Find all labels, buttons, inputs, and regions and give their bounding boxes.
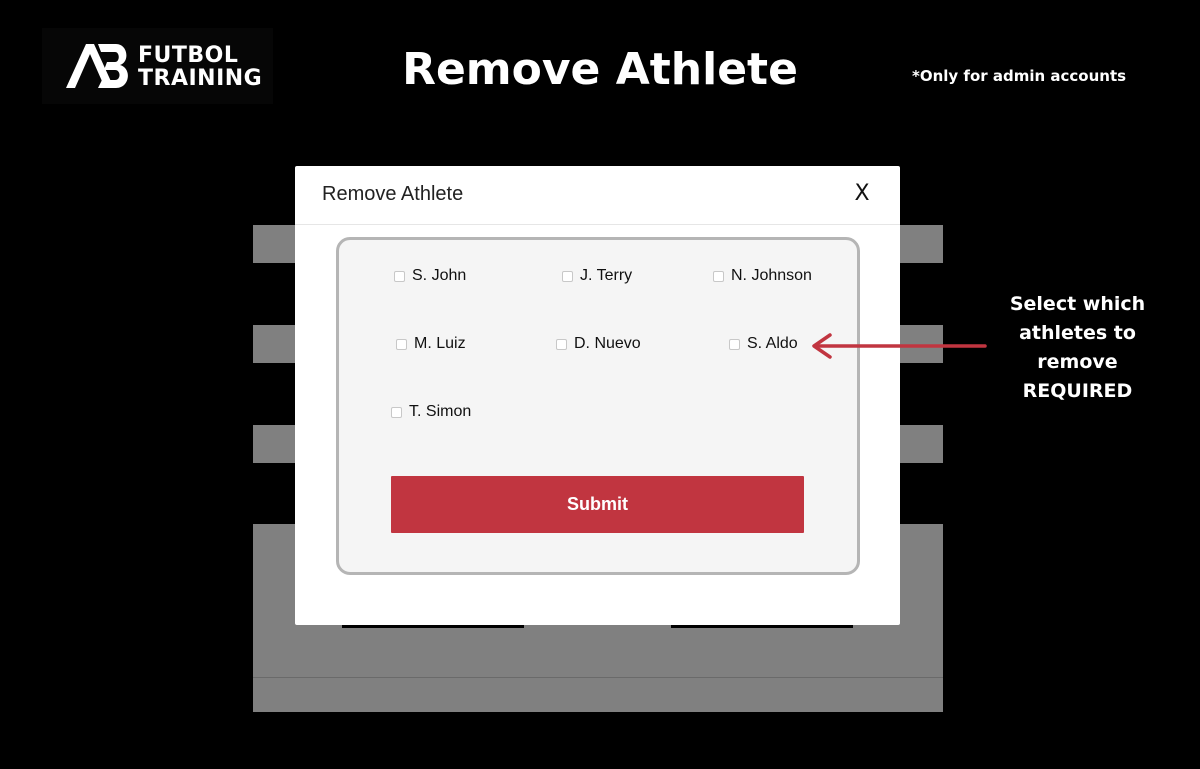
athlete-name: S. Aldo bbox=[747, 335, 798, 352]
athlete-checkbox-m-luiz[interactable]: M. Luiz bbox=[396, 335, 466, 353]
logo-line-training: TRAINING bbox=[138, 66, 263, 91]
callout-line: Select which bbox=[1009, 293, 1146, 315]
athlete-name: S. John bbox=[412, 267, 467, 284]
logo-wordmark: FUTBOL TRAINING bbox=[138, 44, 262, 90]
athlete-checkbox-s-aldo[interactable]: S. Aldo bbox=[729, 335, 798, 353]
athlete-checkbox-j-terry[interactable]: J. Terry bbox=[562, 267, 632, 285]
checkbox[interactable] bbox=[391, 406, 402, 418]
logo-line-futbol: FUTBOL bbox=[138, 43, 239, 68]
checkbox[interactable] bbox=[729, 338, 740, 350]
page-title: Remove Athlete bbox=[402, 44, 798, 95]
athlete-checkbox-n-johnson[interactable]: N. Johnson bbox=[713, 267, 812, 285]
modal-header: Remove Athlete X bbox=[295, 166, 900, 225]
athlete-name: M. Luiz bbox=[414, 335, 466, 352]
background-button-shadow bbox=[671, 625, 853, 628]
checkbox[interactable] bbox=[713, 270, 724, 282]
checkbox[interactable] bbox=[396, 338, 407, 350]
callout-line: athletes to bbox=[1019, 322, 1136, 344]
submit-button[interactable]: Submit bbox=[391, 476, 804, 533]
admin-only-note: *Only for admin accounts bbox=[912, 67, 1127, 85]
checkbox[interactable] bbox=[562, 270, 573, 282]
athlete-name: D. Nuevo bbox=[574, 335, 641, 352]
callout-required: REQUIRED bbox=[1022, 380, 1133, 402]
callout-line: remove bbox=[1037, 351, 1118, 373]
close-button[interactable]: X bbox=[850, 180, 874, 208]
brand-logo: FUTBOL TRAINING bbox=[42, 28, 273, 104]
athlete-checkbox-d-nuevo[interactable]: D. Nuevo bbox=[556, 335, 641, 353]
background-button-shadow bbox=[342, 625, 524, 628]
background-divider bbox=[253, 677, 943, 678]
arrow-left-icon bbox=[812, 333, 987, 359]
athlete-checkbox-t-simon[interactable]: T. Simon bbox=[391, 403, 471, 421]
modal-title: Remove Athlete bbox=[322, 183, 464, 205]
athlete-checkbox-s-john[interactable]: S. John bbox=[394, 267, 466, 285]
remove-athlete-modal: Remove Athlete X S. John J. Terry N. Joh… bbox=[295, 166, 900, 625]
screen: FUTBOL TRAINING Remove Athlete *Only for… bbox=[0, 0, 1200, 769]
athlete-name: N. Johnson bbox=[731, 267, 812, 284]
athlete-selection-panel: S. John J. Terry N. Johnson M. Luiz D. N… bbox=[336, 237, 860, 575]
checkbox[interactable] bbox=[394, 270, 405, 282]
instruction-callout: Select which athletes to remove REQUIRED bbox=[990, 290, 1165, 406]
checkbox[interactable] bbox=[556, 338, 567, 350]
athlete-name: J. Terry bbox=[580, 267, 633, 284]
ab-logo-icon bbox=[66, 44, 128, 88]
athlete-name: T. Simon bbox=[409, 403, 472, 420]
